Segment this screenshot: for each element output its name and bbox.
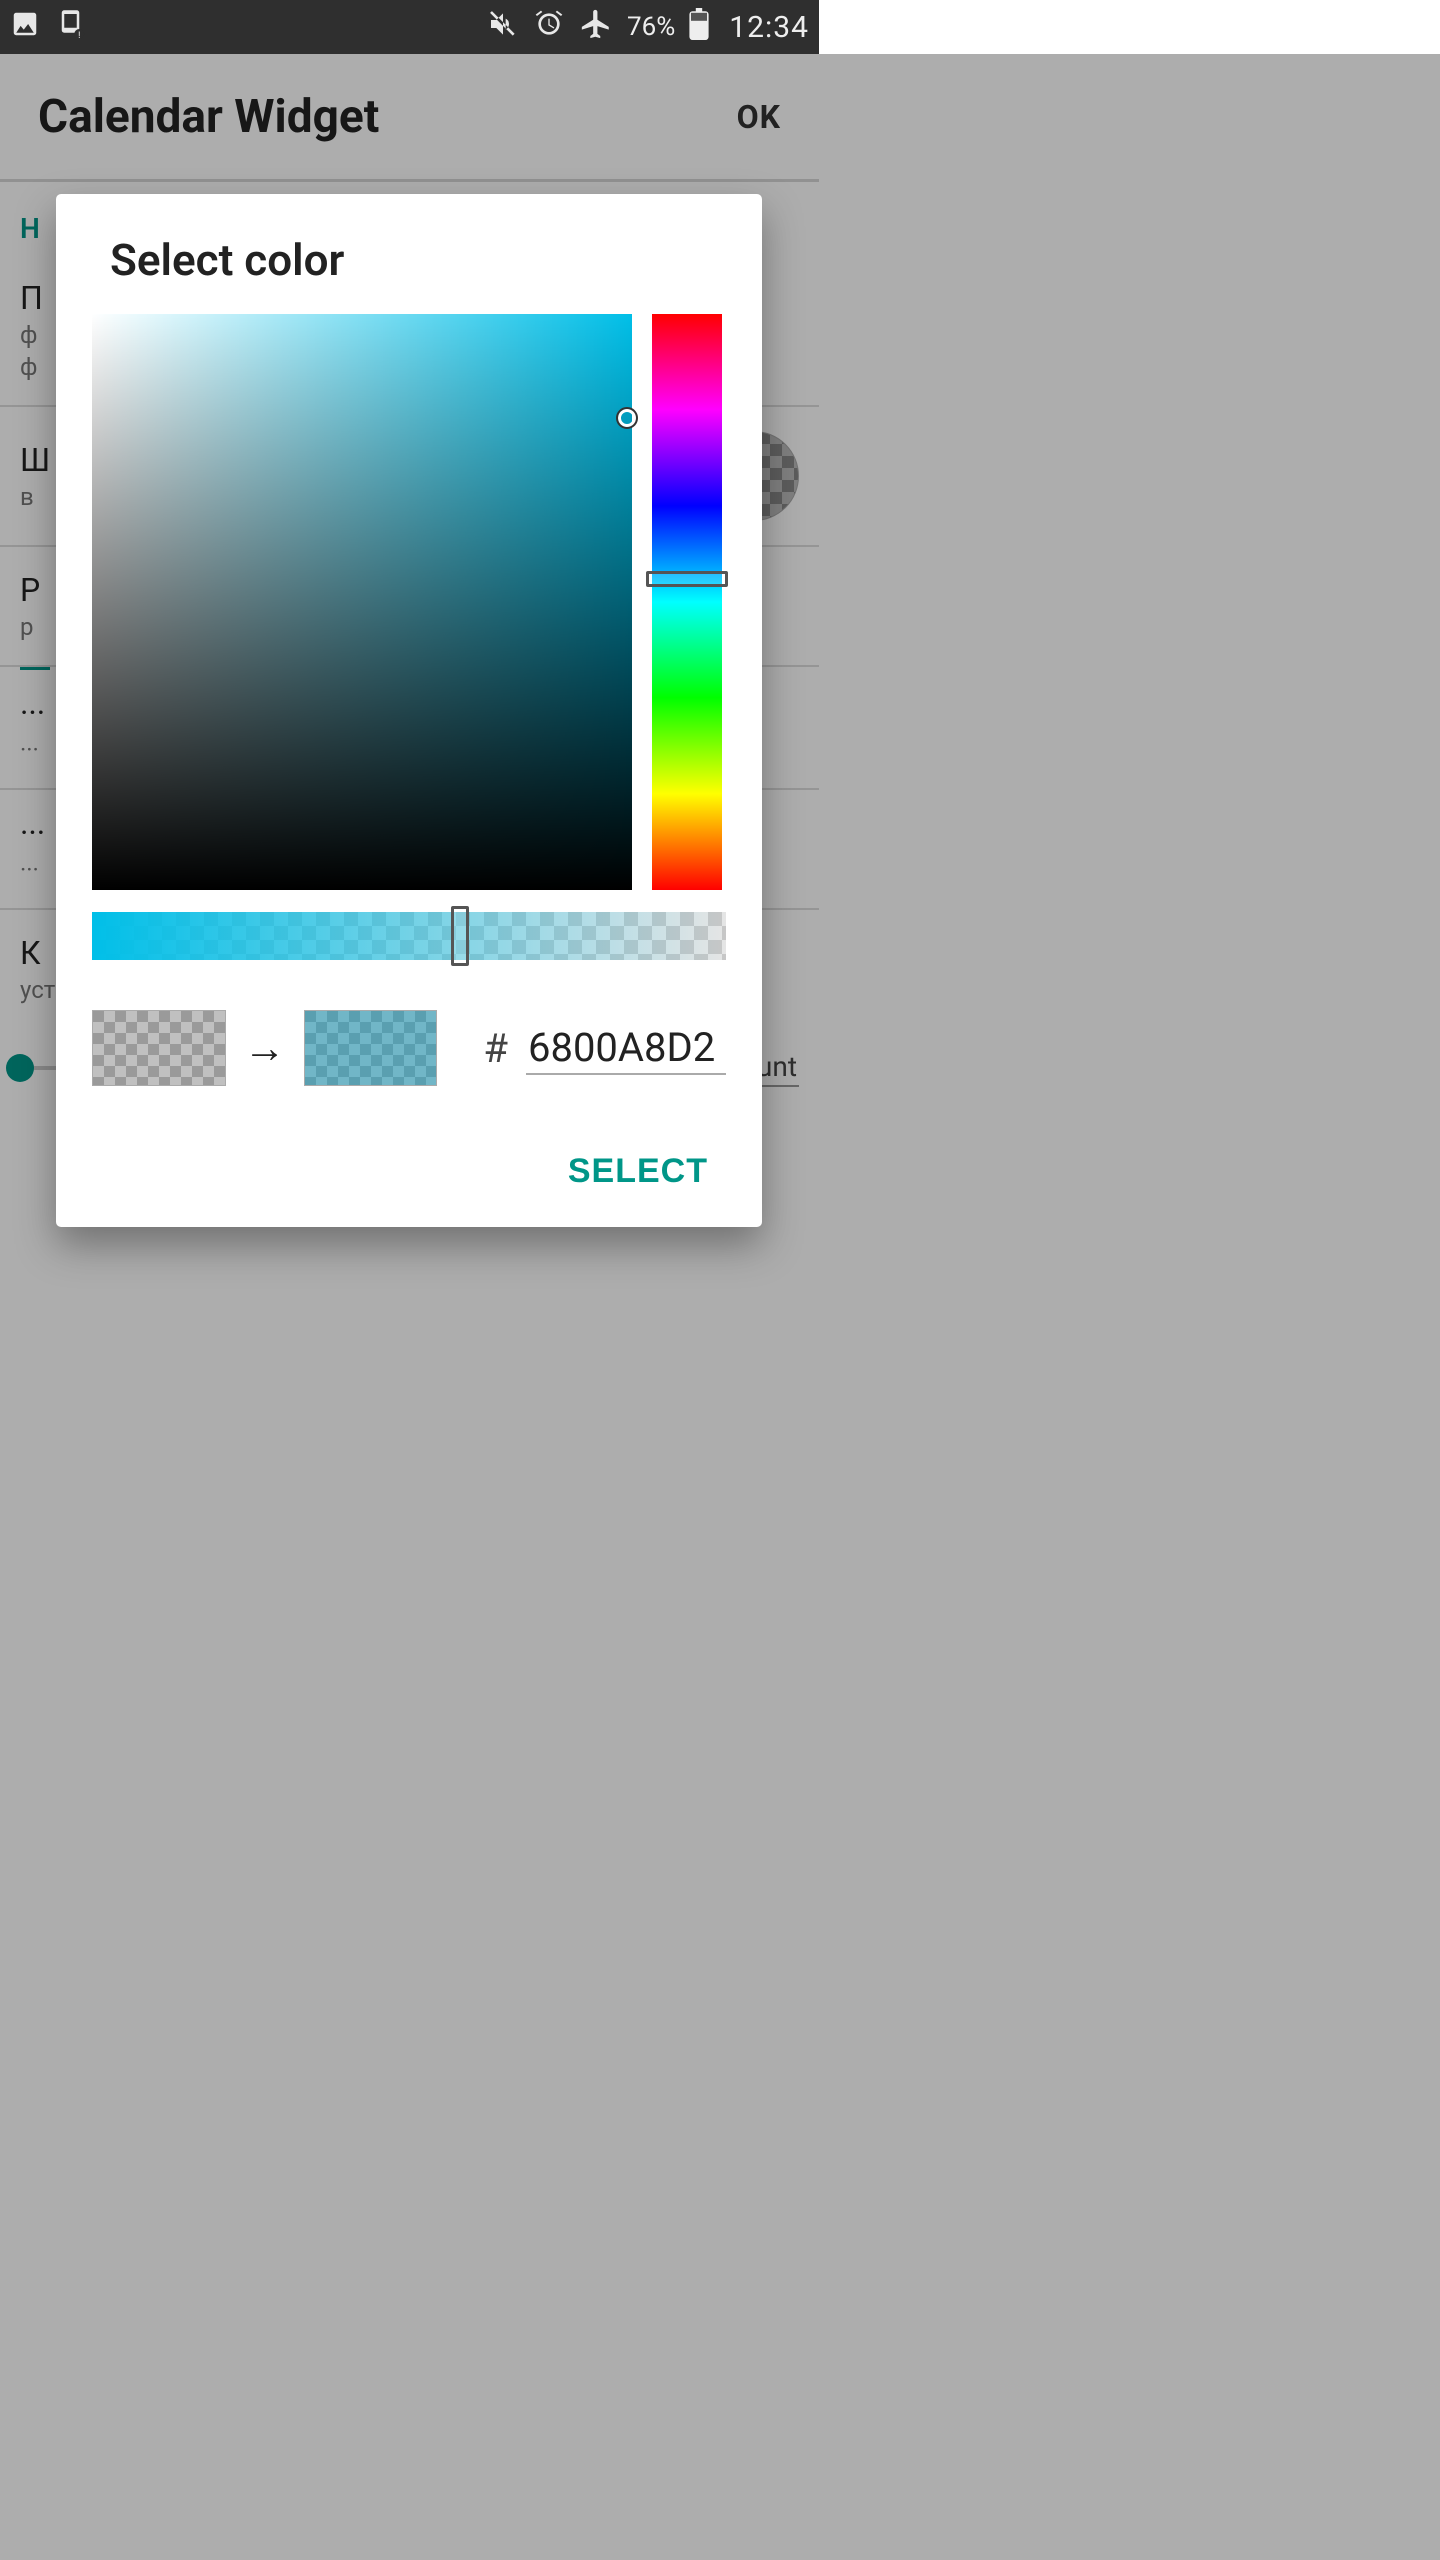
hue-thumb[interactable]	[646, 571, 728, 587]
sv-black-layer	[92, 314, 632, 890]
alpha-thumb[interactable]	[451, 906, 469, 966]
alarm-icon	[533, 8, 565, 47]
hash-label: #	[483, 1025, 508, 1072]
airplane-icon	[579, 7, 613, 48]
vibrate-mute-icon	[487, 8, 519, 47]
saturation-value-panel[interactable]	[92, 314, 632, 890]
svg-text:!: !	[78, 30, 80, 38]
new-color-overlay	[305, 1011, 437, 1085]
alpha-gradient	[92, 912, 726, 960]
battery-icon	[689, 8, 709, 47]
sv-cursor[interactable]	[618, 409, 636, 427]
arrow-right-icon: →	[244, 1024, 286, 1073]
alpha-slider[interactable]	[92, 912, 726, 960]
color-compare-row: → #	[92, 1010, 726, 1086]
status-bar: ! 76% 12:34	[0, 0, 819, 54]
hex-input[interactable]	[526, 1022, 726, 1075]
status-clock: 12:34	[729, 10, 809, 45]
image-icon	[10, 9, 40, 46]
device-alert-icon: !	[58, 9, 88, 46]
battery-percent: 76%	[627, 12, 675, 42]
color-picker-dialog: Select color → # SELECT	[56, 194, 762, 1227]
select-button[interactable]: SELECT	[550, 1142, 726, 1201]
hue-slider[interactable]	[652, 314, 722, 890]
dialog-title: Select color	[92, 234, 726, 286]
old-color-swatch	[92, 1010, 226, 1086]
new-color-swatch	[304, 1010, 438, 1086]
